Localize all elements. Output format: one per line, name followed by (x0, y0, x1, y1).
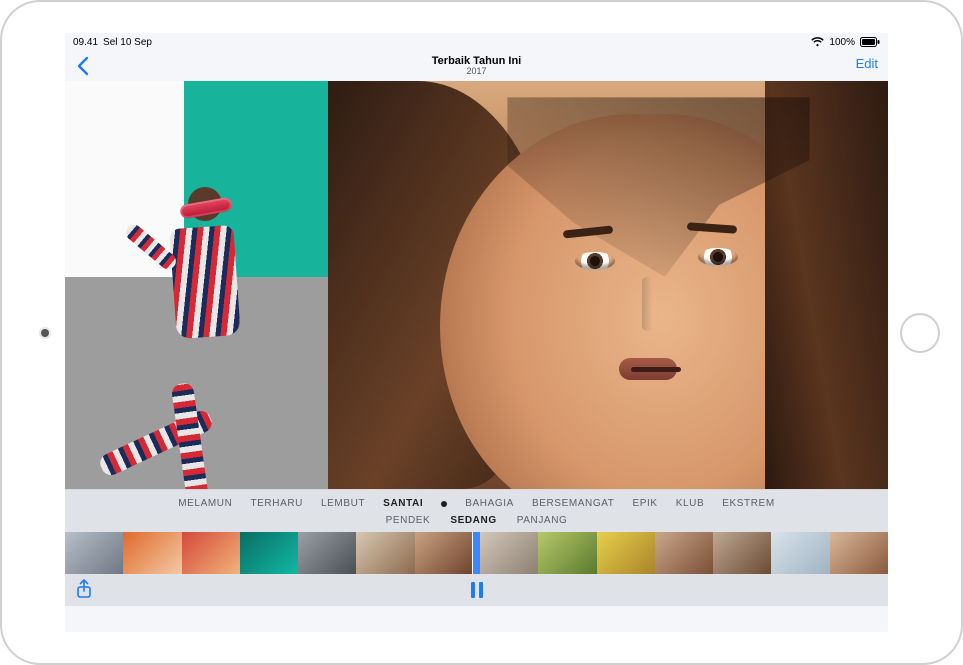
thumbnail[interactable] (182, 532, 240, 574)
thumbnail[interactable] (597, 532, 655, 574)
memory-edit-controls: MELAMUN TERHARU LEMBUT SANTAI BAHAGIA BERSEMA… (65, 489, 888, 606)
memory-photo-left (65, 81, 328, 489)
chevron-left-icon (75, 56, 89, 76)
front-camera (41, 329, 49, 337)
share-button[interactable] (73, 577, 95, 601)
home-button[interactable] (900, 313, 940, 353)
thumbnail-scrubber[interactable] (65, 532, 888, 574)
thumbnail[interactable] (538, 532, 596, 574)
mood-option[interactable]: EPIK (632, 498, 657, 509)
status-bar: 09.41 Sel 10 Sep 100% (65, 33, 888, 51)
bottom-toolbar (65, 574, 888, 606)
mood-option[interactable]: LEMBUT (321, 498, 365, 509)
page-subtitle: 2017 (432, 67, 521, 76)
thumbnail[interactable] (65, 532, 123, 574)
playhead-marker[interactable] (473, 532, 480, 574)
pause-icon (470, 582, 484, 598)
title-block: Terbaik Tahun Ini 2017 (432, 56, 521, 77)
thumbnail[interactable] (240, 532, 298, 574)
thumbnail[interactable] (713, 532, 771, 574)
status-right: 100% (811, 37, 880, 48)
thumbnail[interactable] (771, 532, 829, 574)
mood-option[interactable]: BERSEMANGAT (532, 498, 615, 509)
memory-photo-right (328, 81, 888, 489)
memory-movie-viewport[interactable] (65, 81, 888, 489)
thumbnail[interactable] (298, 532, 356, 574)
thumbnail[interactable] (123, 532, 181, 574)
status-left: 09.41 Sel 10 Sep (73, 37, 152, 48)
thumbnail[interactable] (415, 532, 473, 574)
share-icon (76, 579, 92, 599)
mood-option[interactable]: SANTAI (383, 498, 423, 509)
mood-option[interactable]: MELAMUN (178, 498, 232, 509)
battery-percent: 100% (829, 37, 855, 48)
mood-option[interactable]: EKSTREM (722, 498, 775, 509)
wifi-icon (811, 37, 824, 47)
mood-option[interactable]: TERHARU (250, 498, 303, 509)
ipad-device-frame: 09.41 Sel 10 Sep 100% Terbaik Tahun Ini … (0, 0, 963, 665)
duration-option[interactable]: PANJANG (517, 515, 568, 526)
status-time: 09.41 (73, 37, 98, 48)
nav-bar: Terbaik Tahun Ini 2017 Edit (65, 51, 888, 81)
pause-button[interactable] (464, 577, 490, 603)
screen: 09.41 Sel 10 Sep 100% Terbaik Tahun Ini … (65, 33, 888, 632)
status-date: Sel 10 Sep (103, 37, 152, 48)
duration-selector[interactable]: PENDEK SEDANG PANJANG (65, 513, 888, 532)
thumbnail[interactable] (655, 532, 713, 574)
thumbnail[interactable] (830, 532, 888, 574)
duration-option[interactable]: SEDANG (450, 515, 496, 526)
thumbnail[interactable] (356, 532, 414, 574)
duration-option[interactable]: PENDEK (386, 515, 431, 526)
battery-icon (860, 37, 880, 47)
mood-option[interactable]: KLUB (676, 498, 705, 509)
thumbnail[interactable] (480, 532, 538, 574)
mood-selector[interactable]: MELAMUN TERHARU LEMBUT SANTAI BAHAGIA BERSEMA… (65, 490, 888, 513)
edit-button[interactable]: Edit (856, 56, 878, 71)
back-button[interactable] (71, 53, 93, 79)
mood-option[interactable]: BAHAGIA (465, 498, 514, 509)
mood-indicator-dot (441, 501, 447, 507)
